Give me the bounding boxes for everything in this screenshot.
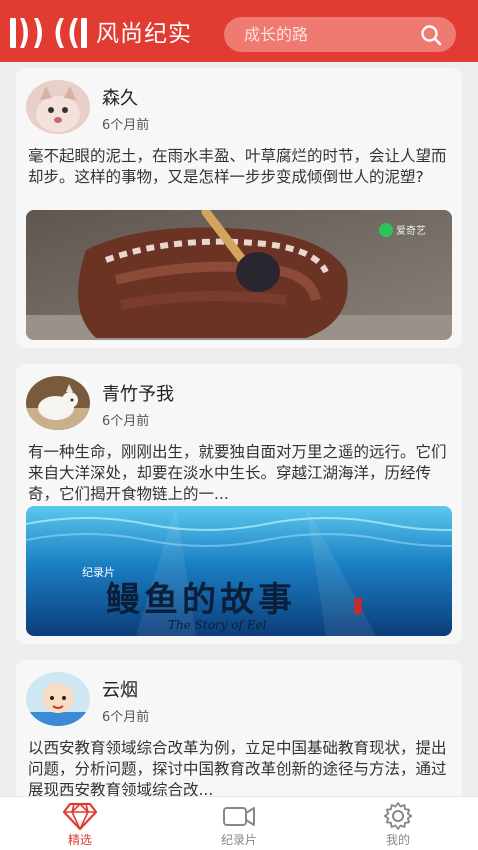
avatar[interactable] <box>26 672 90 726</box>
tab-mine[interactable]: 我的 <box>338 797 458 850</box>
video-watermark: 爱奇艺 <box>396 226 426 237</box>
tab-label: 精选 <box>67 833 92 847</box>
post-description[interactable]: 以西安教育领域综合改革为例，立足中国基础教育现状，提出问题，分析问题，探讨中国教… <box>28 738 452 796</box>
post-card[interactable]: 云烟 6个月前 以西安教育领域综合改革为例，立足中国基础教育现状，提出问题，分析… <box>16 660 462 796</box>
tab-label: 纪录片 <box>220 833 257 847</box>
thumbnail-subtitle: The Story of Eel <box>168 618 267 632</box>
bottom-tab-bar: 精选 纪录片 我的 <box>0 796 478 850</box>
video-thumbnail[interactable]: 爱奇艺 <box>26 210 452 340</box>
post-time: 6个月前 <box>102 118 150 133</box>
video-camera-icon <box>223 807 255 826</box>
thumbnail-title: 鳗鱼的故事 <box>106 580 296 620</box>
video-thumbnail[interactable]: 纪录片 鳗鱼的故事 The Story of Eel <box>26 506 452 636</box>
tab-documentary[interactable]: 纪录片 <box>179 797 299 850</box>
diamond-icon <box>62 802 98 830</box>
post-card[interactable]: 森久 6个月前 毫不起眼的泥土，在雨水丰盈、叶草腐烂的时节，会让人望而却步。这样… <box>16 68 462 348</box>
brand-logo-icon <box>10 18 87 48</box>
app-header: 风尚纪实 成长的路 <box>0 0 478 62</box>
avatar[interactable] <box>26 376 90 430</box>
tab-label: 我的 <box>385 833 410 847</box>
avatar[interactable] <box>26 80 90 134</box>
author-name[interactable]: 云烟 <box>102 676 138 702</box>
author-name[interactable]: 青竹予我 <box>102 380 174 406</box>
post-card[interactable]: 青竹予我 6个月前 有一种生命，刚刚出生，就要独自面对万里之遥的远行。它们来自大… <box>16 364 462 644</box>
post-feed[interactable]: 森久 6个月前 毫不起眼的泥土，在雨水丰盈、叶草腐烂的时节，会让人望而却步。这样… <box>0 62 478 796</box>
search-bar[interactable]: 成长的路 <box>224 17 456 52</box>
search-input[interactable]: 成长的路 <box>244 17 308 52</box>
search-icon[interactable] <box>420 24 442 46</box>
post-time: 6个月前 <box>102 414 150 429</box>
post-time: 6个月前 <box>102 710 150 725</box>
post-description[interactable]: 有一种生命，刚刚出生，就要独自面对万里之遥的远行。它们来自大洋深处，却要在淡水中… <box>28 442 452 505</box>
app-title: 风尚纪实 <box>96 21 192 47</box>
post-description[interactable]: 毫不起眼的泥土，在雨水丰盈、叶草腐烂的时节，会让人望而却步。这样的事物，又是怎样… <box>28 146 452 188</box>
author-name[interactable]: 森久 <box>102 84 138 110</box>
gear-icon <box>383 802 413 830</box>
tab-featured[interactable]: 精选 <box>20 797 140 850</box>
